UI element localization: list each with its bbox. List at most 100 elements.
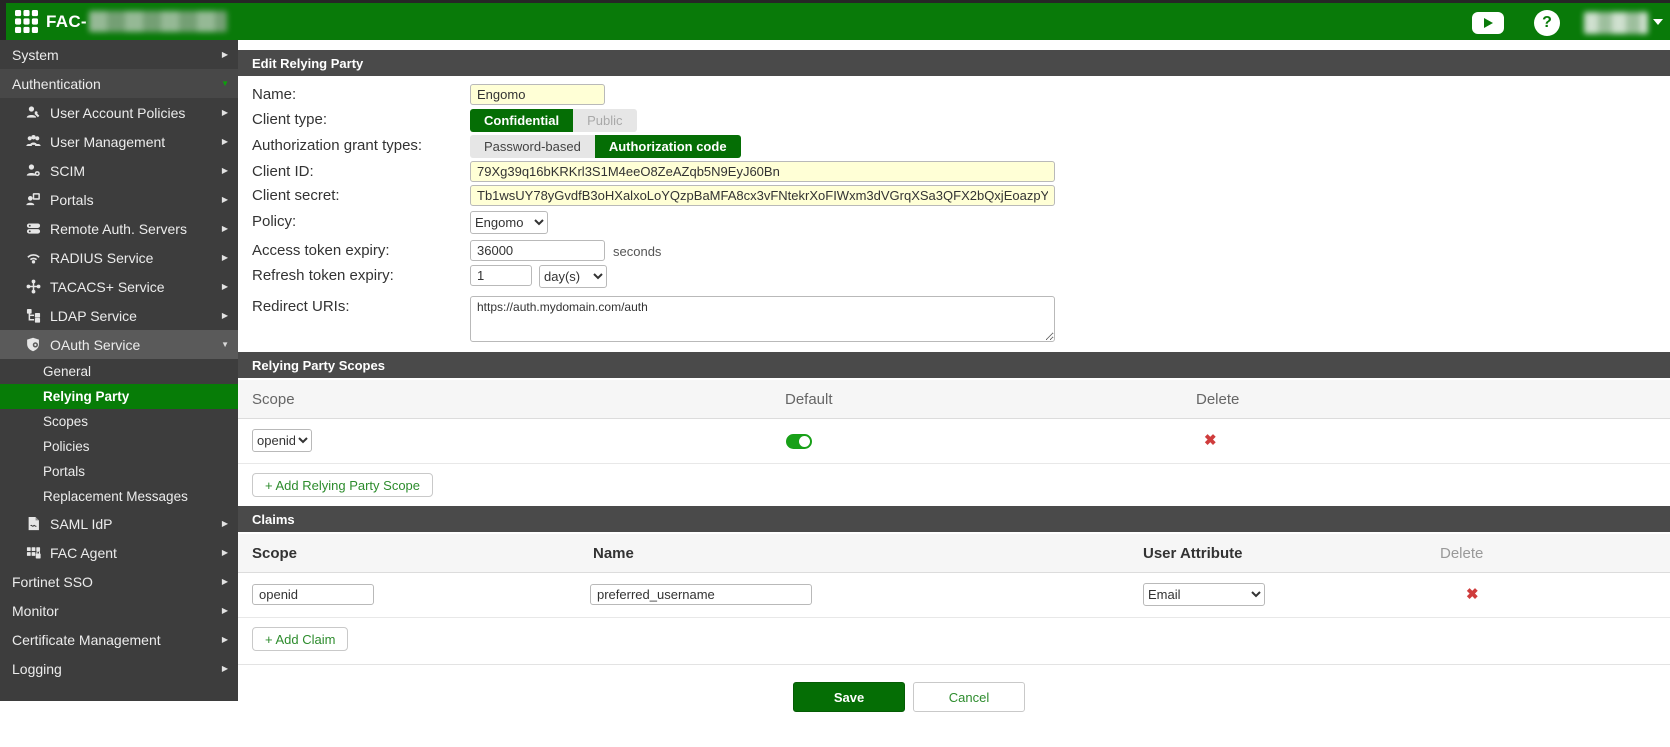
claim-name-input[interactable] [590, 584, 812, 605]
sidebar-item-label: RADIUS Service [50, 250, 153, 266]
refresh-token-expiry-unit-select[interactable]: day(s) [539, 265, 607, 288]
claim-user-attribute-select[interactable]: Email [1143, 583, 1265, 606]
sidebar-item-oauth-general[interactable]: General [0, 359, 238, 384]
sidebar-item-label: Portals [50, 192, 94, 208]
client-type-label: Client type: [252, 109, 470, 128]
client-type-confidential-button[interactable]: Confidential [470, 109, 573, 132]
redirect-uris-textarea[interactable]: https://auth.mydomain.com/auth [470, 296, 1055, 342]
radius-service-icon [26, 250, 43, 266]
top-bar: FAC- [0, 0, 1670, 40]
sidebar-item-label: User Management [50, 134, 165, 150]
claim-scope-input[interactable] [252, 584, 374, 605]
chevron-right-icon [222, 548, 228, 557]
cancel-button[interactable]: Cancel [913, 682, 1025, 712]
scope-select[interactable]: openid [252, 429, 312, 452]
form-row-policy: Policy: Engomo [252, 211, 1670, 234]
chevron-right-icon [222, 311, 228, 320]
scopes-col-scope: Scope [252, 391, 295, 408]
user-account-policies-icon [26, 105, 43, 121]
sidebar-item-radius-service[interactable]: RADIUS Service [0, 243, 238, 272]
refresh-token-expiry-input[interactable] [470, 265, 532, 286]
client-secret-input[interactable] [470, 185, 1055, 206]
claims-table-header: Scope Name User Attribute Delete [238, 534, 1670, 573]
delete-claim-x-icon[interactable] [1466, 587, 1479, 602]
refresh-token-expiry-label: Refresh token expiry: [252, 265, 470, 284]
sidebar-item-label: Policies [43, 439, 90, 454]
sidebar-item-monitor[interactable]: Monitor [0, 596, 238, 625]
sidebar-item-system[interactable]: System [0, 40, 238, 69]
scopes-col-default: Default [785, 391, 833, 408]
portals-icon [26, 192, 43, 208]
form-row-client-id: Client ID: [252, 161, 1670, 182]
default-toggle-on[interactable] [786, 434, 812, 449]
add-relying-party-scope-button[interactable]: + Add Relying Party Scope [252, 473, 433, 497]
form-row-name: Name: [252, 84, 1670, 105]
sidebar-item-label: Replacement Messages [43, 489, 188, 504]
chevron-right-icon [222, 224, 228, 233]
sidebar-item-user-management[interactable]: User Management [0, 127, 238, 156]
sidebar-item-user-account-policies[interactable]: User Account Policies [0, 98, 238, 127]
tacacs-service-icon [26, 279, 43, 295]
help-icon[interactable] [1534, 10, 1560, 36]
chevron-right-icon [222, 195, 228, 204]
client-id-input[interactable] [470, 161, 1055, 182]
sidebar-item-label: General [43, 364, 91, 379]
name-label: Name: [252, 84, 470, 103]
access-token-expiry-input[interactable] [470, 240, 605, 261]
grant-password-based-button[interactable]: Password-based [470, 135, 595, 158]
sidebar-item-portals[interactable]: Portals [0, 185, 238, 214]
sidebar-item-fortinet-sso[interactable]: Fortinet SSO [0, 567, 238, 596]
form-row-refresh-token-expiry: Refresh token expiry: day(s) [252, 265, 1670, 288]
chevron-right-icon [222, 166, 228, 175]
scopes-section-bar: Relying Party Scopes [238, 352, 1670, 378]
policy-select[interactable]: Engomo [470, 211, 548, 234]
oauth-service-icon [26, 337, 43, 353]
sidebar-item-certificate-management[interactable]: Certificate Management [0, 625, 238, 654]
scopes-col-delete: Delete [1196, 391, 1239, 408]
chevron-right-icon [222, 108, 228, 117]
sidebar-item-fac-agent[interactable]: FAC Agent [0, 538, 238, 567]
access-token-expiry-label: Access token expiry: [252, 240, 470, 259]
sidebar-nav: System Authentication User Account Polic… [0, 40, 238, 701]
sidebar-item-ldap-service[interactable]: LDAP Service [0, 301, 238, 330]
grant-authorization-code-button[interactable]: Authorization code [595, 135, 741, 158]
apps-grid-icon[interactable] [15, 10, 38, 33]
sidebar-item-oauth-policies[interactable]: Policies [0, 434, 238, 459]
scim-icon [26, 163, 43, 179]
claims-col-delete: Delete [1440, 545, 1483, 562]
chevron-right-icon [222, 519, 228, 528]
fac-agent-icon [26, 545, 43, 561]
form-row-redirect-uris: Redirect URIs: https://auth.mydomain.com… [252, 296, 1670, 342]
sidebar-item-oauth-service[interactable]: OAuth Service [0, 330, 238, 359]
add-claim-button[interactable]: + Add Claim [252, 627, 348, 651]
delete-scope-x-icon[interactable] [1204, 433, 1217, 448]
caret-down-icon[interactable] [1653, 19, 1663, 25]
sidebar-item-remote-auth-servers[interactable]: Remote Auth. Servers [0, 214, 238, 243]
sidebar-item-label: FAC Agent [50, 545, 117, 561]
policy-label: Policy: [252, 211, 470, 230]
sidebar-item-oauth-replacement-messages[interactable]: Replacement Messages [0, 484, 238, 509]
redacted-username[interactable] [1584, 12, 1648, 34]
save-button[interactable]: Save [793, 682, 905, 712]
chevron-right-icon [222, 50, 228, 59]
form-row-client-secret: Client secret: [252, 185, 1670, 206]
sidebar-item-tacacs-service[interactable]: TACACS+ Service [0, 272, 238, 301]
sidebar-item-scim[interactable]: SCIM [0, 156, 238, 185]
sidebar-item-oauth-relying-party[interactable]: Relying Party [0, 384, 238, 409]
chevron-right-icon [222, 282, 228, 291]
sidebar-item-authentication[interactable]: Authentication [0, 69, 238, 98]
sidebar-item-logging[interactable]: Logging [0, 654, 238, 683]
user-management-icon [26, 134, 43, 150]
sidebar-item-oauth-scopes[interactable]: Scopes [0, 409, 238, 434]
client-type-public-button[interactable]: Public [573, 109, 636, 132]
sidebar-item-saml-idp[interactable]: SAML IdP [0, 509, 238, 538]
sidebar-item-label: LDAP Service [50, 308, 137, 324]
page-title: Edit Relying Party [252, 56, 363, 71]
sidebar-item-label: Monitor [12, 603, 59, 619]
name-input[interactable] [470, 84, 605, 105]
sidebar-item-label: Portals [43, 464, 85, 479]
relying-party-form: Name: Client type: Confidential Public A… [238, 76, 1670, 344]
sidebar-item-label: Certificate Management [12, 632, 161, 648]
youtube-icon[interactable] [1472, 12, 1504, 34]
sidebar-item-oauth-portals[interactable]: Portals [0, 459, 238, 484]
